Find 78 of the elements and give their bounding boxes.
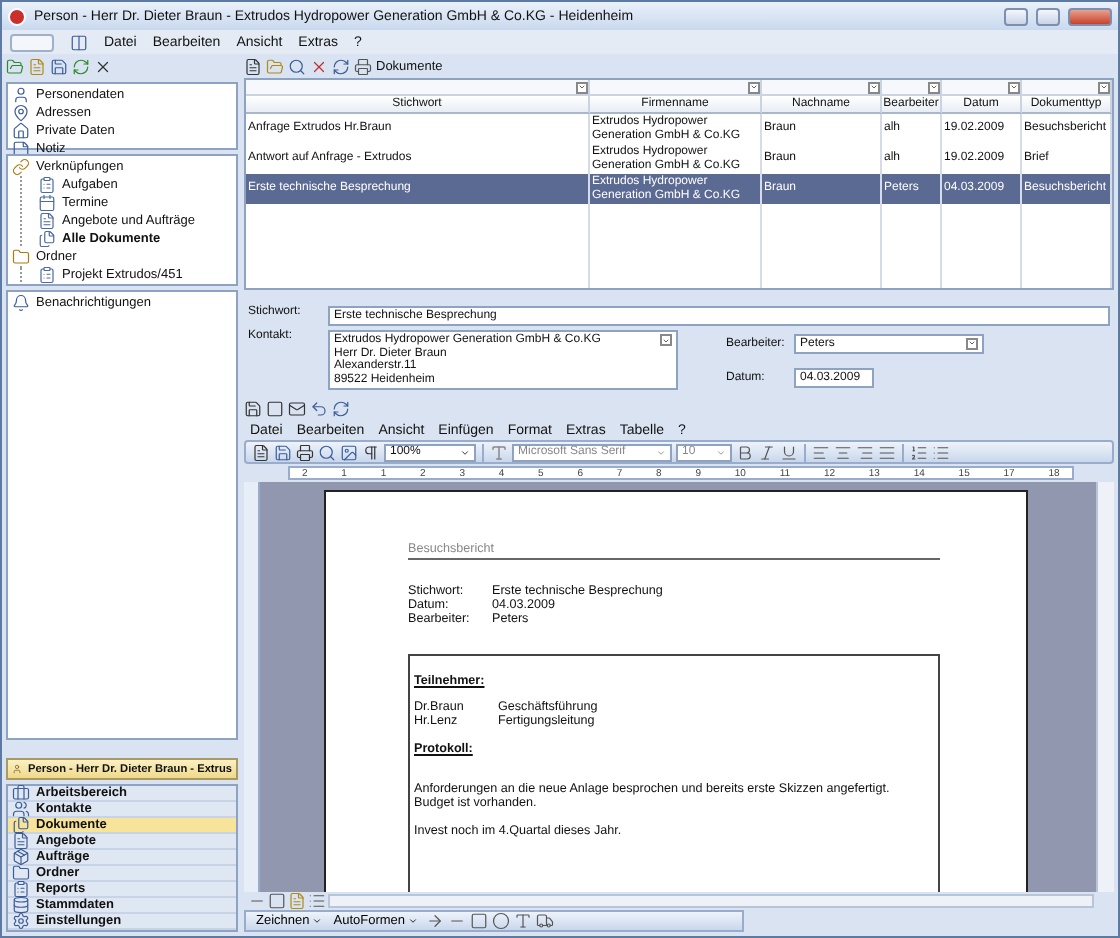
undo-icon[interactable] (310, 399, 328, 417)
map-pin-icon (12, 103, 30, 121)
delete-icon[interactable] (310, 57, 328, 75)
caret-icon (716, 447, 726, 457)
ellipse-icon[interactable] (491, 912, 510, 930)
folder-icon (12, 247, 30, 265)
briefcase-icon (12, 784, 30, 802)
clipboard-icon (12, 880, 30, 898)
align-left-icon[interactable] (812, 443, 830, 461)
document-icon (12, 832, 30, 850)
document-icon (38, 211, 56, 229)
caret-icon (656, 447, 666, 457)
folder-icon (12, 864, 30, 882)
maximize-button[interactable] (1036, 7, 1060, 25)
link-icon (12, 157, 30, 175)
caret-icon (460, 447, 470, 457)
align-center-icon[interactable] (834, 443, 852, 461)
filter-dropdown[interactable] (748, 81, 760, 93)
package-icon (12, 848, 30, 866)
italic-icon[interactable] (758, 443, 776, 461)
refresh-icon[interactable] (332, 399, 350, 417)
dropdown-button[interactable] (660, 334, 672, 346)
caret-icon (407, 916, 418, 926)
text-box-icon[interactable] (513, 912, 532, 930)
web-view-icon[interactable] (268, 892, 286, 910)
clipboard-icon (38, 175, 56, 193)
save-icon[interactable] (244, 399, 262, 417)
bullet-list-icon[interactable] (932, 443, 950, 461)
search-icon[interactable] (288, 57, 306, 75)
new-document-icon[interactable] (244, 57, 262, 75)
bold-icon[interactable] (736, 443, 754, 461)
minimize-button[interactable] (1004, 7, 1028, 25)
save-icon[interactable] (274, 443, 292, 461)
calendar-icon (38, 193, 56, 211)
app-logo-icon (8, 7, 26, 25)
close-icon[interactable] (94, 57, 112, 75)
document-icon[interactable] (28, 57, 46, 75)
close-button[interactable] (1068, 7, 1112, 25)
printer-icon[interactable] (354, 57, 372, 75)
filter-dropdown[interactable] (576, 81, 588, 93)
mail-icon[interactable] (288, 399, 306, 417)
underline-icon[interactable] (780, 443, 798, 461)
align-justify-icon[interactable] (878, 443, 896, 461)
caret-icon (311, 916, 322, 926)
people-icon (12, 800, 30, 818)
arrow-icon[interactable] (425, 912, 444, 930)
person-icon (12, 760, 23, 778)
documents-icon (12, 816, 30, 834)
vertical-scrollbar[interactable] (1096, 482, 1114, 892)
refresh-icon[interactable] (332, 57, 350, 75)
settings-icon (12, 912, 30, 930)
documents-icon (38, 229, 56, 247)
page-icon[interactable] (266, 399, 284, 417)
pilcrow-icon[interactable] (362, 443, 380, 461)
outline-view-icon[interactable] (308, 892, 326, 910)
horizontal-scrollbar[interactable] (328, 894, 1094, 908)
image-icon[interactable] (340, 443, 358, 461)
folder-icon[interactable] (6, 57, 24, 75)
house-icon (12, 121, 30, 139)
filter-dropdown[interactable] (1098, 81, 1110, 93)
save-icon[interactable] (50, 57, 68, 75)
printer-icon[interactable] (296, 443, 314, 461)
new-document-icon[interactable] (252, 443, 270, 461)
numbered-list-icon[interactable] (910, 443, 928, 461)
rectangle-icon[interactable] (469, 912, 488, 930)
filter-dropdown[interactable] (868, 81, 880, 93)
window-icon[interactable] (70, 33, 88, 51)
clipboard-icon (38, 265, 56, 283)
bell-icon (12, 293, 30, 311)
align-right-icon[interactable] (856, 443, 874, 461)
filter-dropdown[interactable] (928, 81, 940, 93)
preview-icon[interactable] (318, 443, 336, 461)
database-icon (12, 896, 30, 914)
filter-dropdown[interactable] (1008, 81, 1020, 93)
person-icon (12, 85, 30, 103)
dropdown-button[interactable] (966, 337, 978, 349)
print-view-icon[interactable] (288, 892, 306, 910)
font-icon[interactable] (490, 443, 508, 461)
